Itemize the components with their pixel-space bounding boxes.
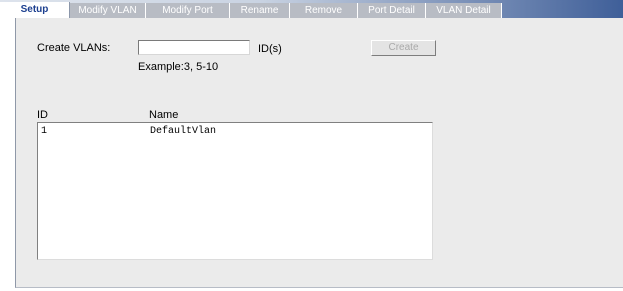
example-hint: Example:3, 5-10: [138, 61, 219, 73]
tab-rename[interactable]: Rename: [230, 3, 290, 18]
column-header-name: Name: [149, 109, 179, 121]
vlan-name-cell: DefaultVlan: [150, 126, 217, 137]
tab-bar: Setup Modify VLAN Modify Port Rename Rem…: [0, 0, 623, 19]
create-vlans-label: Create VLANs:: [37, 42, 111, 54]
create-button[interactable]: Create: [371, 40, 436, 56]
vlan-list[interactable]: 1 DefaultVlan: [37, 122, 433, 260]
tab-vlan-detail[interactable]: VLAN Detail: [426, 3, 502, 18]
vlan-id-input[interactable]: [138, 40, 250, 55]
id-suffix-label: ID(s): [258, 43, 282, 55]
tab-modify-vlan[interactable]: Modify VLAN: [70, 3, 146, 18]
tab-setup[interactable]: Setup: [0, 2, 70, 19]
list-item[interactable]: 1 DefaultVlan: [38, 125, 432, 138]
tab-port-detail[interactable]: Port Detail: [358, 3, 426, 18]
column-header-id: ID: [37, 109, 48, 121]
tab-modify-port[interactable]: Modify Port: [146, 3, 230, 18]
tab-remove[interactable]: Remove: [290, 3, 358, 18]
vlan-id-cell: 1: [41, 126, 48, 137]
